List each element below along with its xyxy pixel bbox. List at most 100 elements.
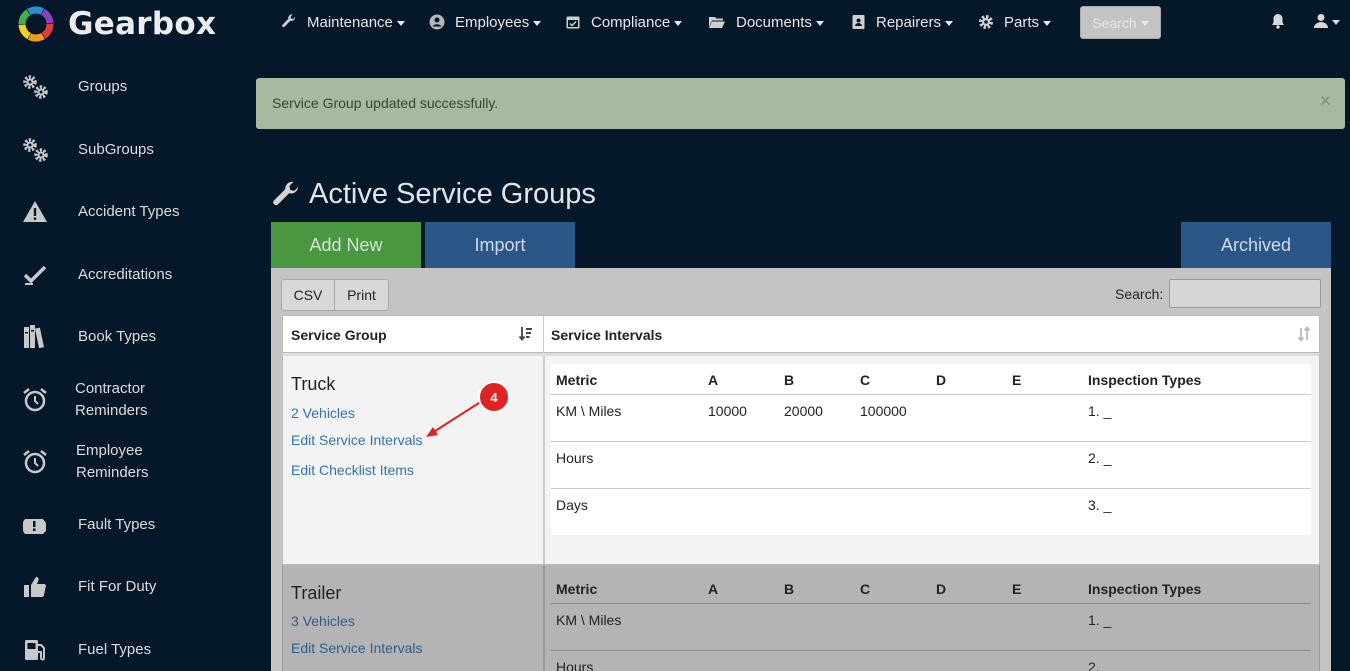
header-service-group[interactable]: Service Group [291, 327, 387, 343]
sort-both-icon[interactable] [1297, 326, 1311, 342]
nav-search-button[interactable]: Search [1080, 6, 1161, 39]
inner-header-c: C [860, 581, 871, 597]
chevron-down-icon [533, 20, 542, 26]
inner-header-b: B [784, 581, 795, 597]
user-menu[interactable] [1314, 13, 1340, 29]
user-icon [1314, 14, 1328, 28]
page-title-text: Active Service Groups [309, 178, 596, 210]
app-logo[interactable]: Gearbox [16, 4, 216, 44]
cell-inspection: 1. _ [1088, 403, 1112, 419]
edit-service-intervals-link[interactable]: Edit Service Intervals [291, 640, 423, 656]
archived-button[interactable]: Archived [1181, 222, 1331, 268]
chevron-down-icon [1332, 19, 1340, 25]
nav-parts[interactable]: Parts [978, 0, 1052, 44]
intervals-table: Metric A B C D E Inspection Types KM \ M… [551, 364, 1311, 535]
inner-header-c: C [860, 372, 871, 388]
engine-warning-icon [20, 510, 50, 540]
nav-documents[interactable]: Documents [708, 0, 824, 44]
chevron-down-icon [1140, 21, 1149, 26]
page-title: Active Service Groups [271, 178, 596, 211]
cell-c: 100000 [860, 403, 907, 419]
wrench-icon [282, 14, 296, 28]
inner-header-d: D [936, 581, 947, 597]
sidebar-item-fault-types[interactable]: Fault Types [0, 494, 200, 556]
sidebar-item-fit-for-duty[interactable]: Fit For Duty [0, 556, 200, 618]
nav-parts-label: Parts [1004, 13, 1040, 31]
success-alert: Service Group updated successfully. × [256, 78, 1345, 129]
sidebar-item-accident-types[interactable]: Accident Types [0, 181, 200, 243]
nav-compliance[interactable]: Compliance [565, 0, 683, 44]
column-divider [543, 356, 545, 564]
interval-row: KM \ Miles 10000 20000 100000 1. _ [551, 394, 1311, 441]
cell-inspection: 2. _ [1088, 450, 1112, 466]
inner-header-inspection-types: Inspection Types [1088, 581, 1202, 597]
sidebar-item-label: Fault Types [78, 516, 156, 533]
table-search-label: Search: [1115, 286, 1164, 302]
sidebar-item-fuel-types[interactable]: Fuel Types [0, 619, 200, 671]
print-button[interactable]: Print [334, 279, 389, 311]
inner-header-d: D [936, 372, 947, 388]
nav-repairers[interactable]: Repairers [851, 0, 954, 44]
sidebar-item-label: Accident Types [78, 203, 180, 220]
nav-employees-label: Employees [455, 13, 530, 31]
column-divider [543, 316, 544, 354]
warning-icon [20, 197, 50, 227]
gears-icon [20, 135, 50, 165]
sidebar-item-label: Fit For Duty [78, 578, 157, 595]
interval-row: Hours 2. _ [551, 441, 1311, 488]
vehicles-link[interactable]: 3 Vehicles [291, 613, 355, 629]
interval-row: KM \ Miles 1. _ [551, 603, 1311, 650]
calendar-check-icon [566, 16, 580, 29]
inner-header-b: B [784, 372, 795, 388]
sidebar-item-groups[interactable]: Groups [0, 56, 200, 118]
csv-button[interactable]: CSV [281, 279, 335, 311]
nav-search-label: Search [1092, 14, 1137, 31]
alarm-clock-icon [20, 385, 50, 415]
close-icon[interactable]: × [1320, 92, 1331, 112]
inner-header-e: E [1012, 581, 1022, 597]
folder-open-icon [709, 17, 725, 28]
sidebar-item-book-types[interactable]: Book Types [0, 306, 200, 368]
sort-desc-icon[interactable] [519, 326, 533, 342]
group-name: Trailer [291, 583, 342, 603]
gears-icon [20, 72, 50, 102]
alarm-clock-icon [20, 447, 50, 477]
cell-inspection: 2. [1088, 659, 1100, 671]
cell-metric: KM \ Miles [556, 403, 622, 419]
gearbox-logo-icon [18, 6, 54, 42]
cell-metric: KM \ Miles [556, 612, 622, 628]
vehicles-link[interactable]: 2 Vehicles [291, 405, 355, 421]
fuel-pump-icon [20, 635, 50, 665]
import-button[interactable]: Import [425, 222, 575, 268]
header-service-intervals[interactable]: Service Intervals [551, 327, 662, 343]
edit-checklist-items-link[interactable]: Edit Checklist Items [291, 462, 414, 478]
top-navbar: Gearbox Maintenance Employees Compliance… [0, 0, 1350, 48]
interval-row: Hours 2. [551, 650, 1311, 671]
inner-header-metric: Metric [556, 372, 598, 388]
notifications-bell-icon[interactable] [1271, 13, 1285, 34]
intervals-table: Metric A B C D E Inspection Types KM \ M… [551, 573, 1311, 671]
chevron-down-icon [815, 20, 824, 26]
sidebar-item-label: Book Types [78, 328, 157, 345]
books-icon [20, 322, 50, 352]
sidebar-item-contractor-reminders[interactable]: Contractor Reminders [0, 369, 200, 431]
sidebar-item-label: Fuel Types [78, 641, 152, 658]
sidebar-item-label: Accreditations [78, 266, 173, 283]
sidebar-item-employee-reminders[interactable]: Employee Reminders [0, 431, 200, 493]
sidebar-item-label: SubGroups [78, 141, 154, 158]
edit-service-intervals-link[interactable]: Edit Service Intervals [291, 432, 423, 448]
inner-header-a: A [708, 372, 719, 388]
app-name: Gearbox [68, 6, 217, 42]
step-badge: 4 [478, 381, 510, 413]
inner-header-metric: Metric [556, 581, 598, 597]
sidebar-item-accreditations[interactable]: Accreditations [0, 244, 200, 306]
table-search-input[interactable] [1169, 279, 1321, 308]
nav-employees[interactable]: Employees [429, 0, 542, 44]
address-book-icon [852, 15, 865, 29]
nav-maintenance[interactable]: Maintenance [281, 0, 405, 44]
add-new-button[interactable]: Add New [271, 222, 421, 268]
cell-a: 10000 [708, 403, 747, 419]
sidebar-item-subgroups[interactable]: SubGroups [0, 119, 200, 181]
check-icon [20, 260, 50, 290]
alert-message: Service Group updated successfully. [272, 95, 499, 111]
